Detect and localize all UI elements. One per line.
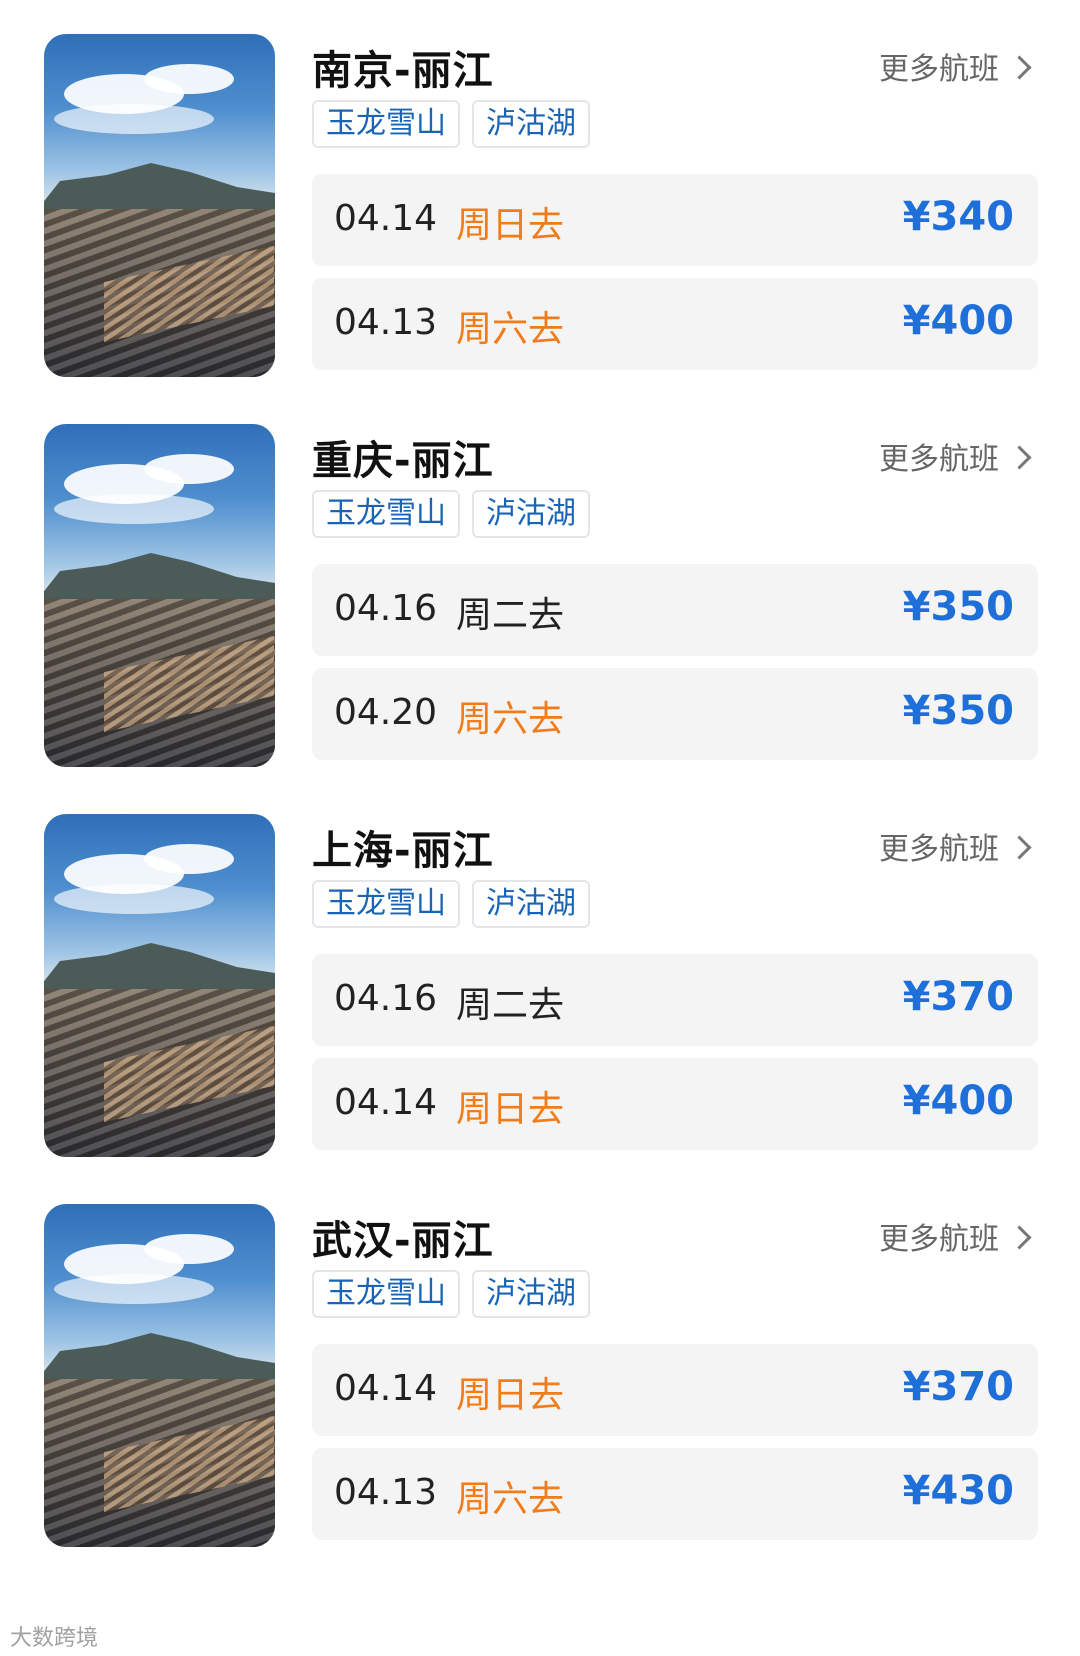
chevron-right-icon (1007, 834, 1032, 860)
flight-date: 04.13 (334, 302, 438, 343)
tag[interactable]: 泸沽湖 (472, 1270, 590, 1318)
tag[interactable]: 玉龙雪山 (312, 490, 460, 538)
flight-day: 周六去 (456, 309, 565, 350)
flight-option[interactable]: 04.14 周日去 ¥370 (312, 1344, 1038, 1436)
more-flights-label: 更多航班 (879, 832, 999, 867)
flight-price: ¥350 (902, 688, 1014, 734)
tag[interactable]: 玉龙雪山 (312, 880, 460, 928)
route-card-3[interactable]: 武汉-丽江 更多航班 玉龙雪山 泸沽湖 04.14 周日去 ¥370 04.13… (0, 1204, 1080, 1564)
flight-day: 周二去 (456, 985, 565, 1026)
flight-price: ¥370 (902, 1364, 1014, 1410)
flight-option[interactable]: 04.14 周日去 ¥340 (312, 174, 1038, 266)
route-title: 南京-丽江 (312, 48, 494, 94)
flight-date: 04.14 (334, 198, 438, 239)
flight-date: 04.14 (334, 1368, 438, 1409)
flight-option[interactable]: 04.13 周六去 ¥400 (312, 278, 1038, 370)
more-flights-label: 更多航班 (879, 52, 999, 87)
tag-list: 玉龙雪山 泸沽湖 (312, 100, 590, 148)
flight-date: 04.16 (334, 978, 438, 1019)
more-flights-link[interactable]: 更多航班 (879, 44, 1032, 88)
flight-date: 04.13 (334, 1472, 438, 1513)
route-title: 武汉-丽江 (312, 1218, 494, 1264)
more-flights-link[interactable]: 更多航班 (879, 824, 1032, 868)
flight-price: ¥400 (902, 298, 1014, 344)
route-card-1[interactable]: 重庆-丽江 更多航班 玉龙雪山 泸沽湖 04.16 周二去 ¥350 04.20… (0, 424, 1080, 784)
route-title: 上海-丽江 (312, 828, 494, 874)
flight-day: 周二去 (456, 595, 565, 636)
flight-date: 04.20 (334, 692, 438, 733)
more-flights-link[interactable]: 更多航班 (879, 1214, 1032, 1258)
more-flights-label: 更多航班 (879, 442, 999, 477)
flight-option[interactable]: 04.16 周二去 ¥350 (312, 564, 1038, 656)
more-flights-label: 更多航班 (879, 1222, 999, 1257)
tag-list: 玉龙雪山 泸沽湖 (312, 880, 590, 928)
route-card-0[interactable]: 南京-丽江 更多航班 玉龙雪山 泸沽湖 04.14 周日去 ¥340 04.13… (0, 34, 1080, 394)
tag[interactable]: 泸沽湖 (472, 100, 590, 148)
flight-price: ¥340 (902, 194, 1014, 240)
route-card-2[interactable]: 上海-丽江 更多航班 玉龙雪山 泸沽湖 04.16 周二去 ¥370 04.14… (0, 814, 1080, 1174)
destination-photo[interactable] (44, 814, 275, 1157)
chevron-right-icon (1007, 1224, 1032, 1250)
watermark: 大数跨境 (10, 1626, 99, 1651)
destination-photo[interactable] (44, 1204, 275, 1547)
flight-price: ¥400 (902, 1078, 1014, 1124)
flight-date: 04.14 (334, 1082, 438, 1123)
flight-option[interactable]: 04.14 周日去 ¥400 (312, 1058, 1038, 1150)
more-flights-link[interactable]: 更多航班 (879, 434, 1032, 478)
flight-day: 周六去 (456, 699, 565, 740)
chevron-right-icon (1007, 444, 1032, 470)
flight-option[interactable]: 04.16 周二去 ¥370 (312, 954, 1038, 1046)
flight-day: 周日去 (456, 205, 565, 246)
route-title: 重庆-丽江 (312, 438, 494, 484)
flight-option[interactable]: 04.20 周六去 ¥350 (312, 668, 1038, 760)
flight-price: ¥350 (902, 584, 1014, 630)
destination-photo[interactable] (44, 34, 275, 377)
flight-day: 周日去 (456, 1375, 565, 1416)
flight-price: ¥430 (902, 1468, 1014, 1514)
destination-photo[interactable] (44, 424, 275, 767)
flight-date: 04.16 (334, 588, 438, 629)
tag[interactable]: 玉龙雪山 (312, 100, 460, 148)
chevron-right-icon (1007, 54, 1032, 80)
flight-option[interactable]: 04.13 周六去 ¥430 (312, 1448, 1038, 1540)
tag[interactable]: 玉龙雪山 (312, 1270, 460, 1318)
tag-list: 玉龙雪山 泸沽湖 (312, 1270, 590, 1318)
flight-price: ¥370 (902, 974, 1014, 1020)
flight-day: 周日去 (456, 1089, 565, 1130)
tag[interactable]: 泸沽湖 (472, 490, 590, 538)
flight-day: 周六去 (456, 1479, 565, 1520)
tag[interactable]: 泸沽湖 (472, 880, 590, 928)
tag-list: 玉龙雪山 泸沽湖 (312, 490, 590, 538)
